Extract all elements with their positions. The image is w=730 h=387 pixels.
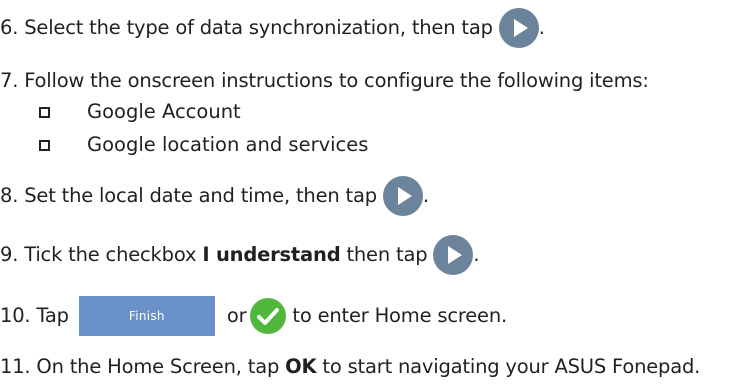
step-text-after: then tap bbox=[346, 243, 428, 266]
step-6: 6. Select the type of data synchronizati… bbox=[0, 8, 545, 48]
step-end: . bbox=[473, 243, 480, 266]
step-number: 9. bbox=[0, 243, 19, 266]
step-11: 11. On the Home Screen, tap OK to start … bbox=[0, 355, 700, 379]
checklist-item: Google Account bbox=[39, 100, 241, 124]
step-text: Tick the checkbox bbox=[24, 243, 197, 266]
step-number: 10. bbox=[0, 304, 31, 327]
instruction-document: 6. Select the type of data synchronizati… bbox=[0, 0, 730, 387]
step-end: . bbox=[538, 16, 545, 39]
step-number: 11. bbox=[0, 355, 31, 378]
checkmark-icon bbox=[257, 308, 280, 325]
step-text-after: to start navigating your ASUS Fonepad. bbox=[322, 355, 701, 378]
step-number: 7. bbox=[0, 69, 19, 92]
step-end: . bbox=[422, 184, 429, 207]
play-icon bbox=[448, 246, 463, 264]
step-text: Tap bbox=[36, 304, 69, 327]
checklist-item: Google location and services bbox=[39, 133, 368, 157]
bold-term: I understand bbox=[202, 243, 341, 266]
step-10: 10. Tap Finish or to enter Home screen. bbox=[0, 296, 507, 336]
step-9: 9. Tick the checkbox I understand then t… bbox=[0, 235, 480, 275]
bold-term: OK bbox=[285, 355, 317, 378]
finish-button[interactable]: Finish bbox=[78, 296, 215, 336]
step-text: On the Home Screen, tap bbox=[36, 355, 280, 378]
step-number: 6. bbox=[0, 16, 19, 39]
step-text-after: to enter Home screen. bbox=[292, 304, 508, 327]
next-button[interactable] bbox=[498, 8, 539, 48]
confirm-button[interactable] bbox=[250, 298, 287, 334]
step-text: Set the local date and time, then tap bbox=[24, 184, 377, 207]
checklist-label: Google location and services bbox=[87, 133, 369, 156]
or-text: or bbox=[226, 304, 247, 327]
checkbox-icon bbox=[39, 139, 50, 151]
checklist-label: Google Account bbox=[87, 100, 241, 123]
step-7: 7. Follow the onscreen instructions to c… bbox=[0, 69, 649, 93]
play-icon bbox=[397, 187, 412, 205]
play-icon bbox=[513, 19, 528, 37]
step-8: 8. Set the local date and time, then tap… bbox=[0, 176, 429, 216]
step-number: 8. bbox=[0, 184, 19, 207]
step-text: Follow the onscreen instructions to conf… bbox=[24, 69, 649, 92]
next-button[interactable] bbox=[382, 176, 423, 216]
next-button[interactable] bbox=[433, 235, 474, 275]
checkbox-icon bbox=[39, 106, 50, 118]
step-text: Select the type of data synchronization,… bbox=[24, 16, 493, 39]
